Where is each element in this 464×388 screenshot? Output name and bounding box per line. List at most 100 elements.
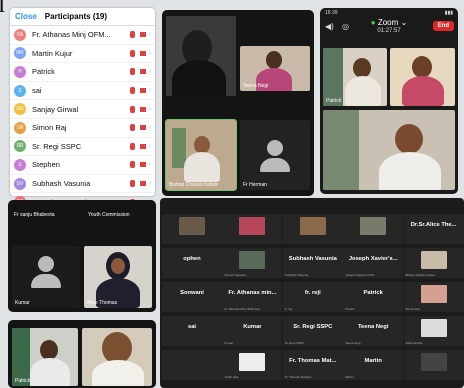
gallery-tile[interactable]: Simon Raj — [403, 282, 464, 312]
gallery-tile[interactable]: Fr. Thomas Mat... Fr. Thomas Mathew — [282, 350, 343, 380]
participant-row[interactable]: SR Sr. Regi SSPC › — [10, 138, 155, 157]
gallery-tile[interactable] — [222, 214, 283, 244]
participant-name: Fr. Athanas Minj OFM... — [32, 30, 111, 40]
video-off-icon — [139, 69, 146, 75]
participant-name: Fr sanju Bhabevta — [14, 212, 55, 218]
gallery-tile[interactable] — [282, 214, 343, 244]
video-tile[interactable] — [323, 110, 455, 190]
gallery-tile[interactable]: Subhash Vasunia Subhash Vasunia — [282, 248, 343, 278]
chevron-right-icon: › — [148, 31, 151, 39]
participant-name: Fr. Thomas Mat... — [289, 358, 337, 364]
avatar: S — [14, 158, 26, 171]
participant-label: Teena Negi — [345, 341, 361, 345]
video-tile[interactable] — [82, 328, 152, 386]
participant-name: Alice Thomas — [87, 300, 118, 306]
gallery-tile[interactable]: Sonwani — [162, 282, 222, 312]
video-tile[interactable]: Fr Herman — [240, 120, 310, 190]
gallery-tile[interactable]: Joseph Xavier's... Joseph Xavier's ICHS — [343, 248, 404, 278]
end-button[interactable]: End — [432, 21, 454, 31]
video-thumbnail — [179, 217, 205, 235]
participant-row[interactable]: S Stephen › — [10, 156, 155, 175]
participant-label: Sr. Regi SSPC — [284, 341, 305, 345]
video-off-icon — [139, 181, 146, 187]
video-tile[interactable]: Patrick — [12, 328, 78, 386]
mic-muted-icon — [129, 105, 135, 113]
participant-name: Sr. Regi SSPC — [293, 324, 333, 330]
participant-label: Youth Hub — [224, 375, 239, 379]
meeting-screen-3: Patrick — [8, 320, 156, 388]
gallery-tile[interactable]: Dr.Sr.Alice The... — [403, 214, 464, 244]
gallery-tile[interactable]: Suresh Sonwani — [222, 248, 283, 278]
video-thumbnail — [299, 217, 326, 235]
participant-name: Patrick — [32, 67, 55, 77]
participant-name: Kumar — [15, 300, 30, 306]
top-glyph: I — [0, 0, 6, 17]
gallery-tile[interactable] — [162, 214, 222, 244]
participant-name: Fr Herman — [243, 182, 267, 188]
participant-name: Patrick — [363, 290, 383, 296]
video-tile[interactable]: Teena Negi — [240, 46, 310, 91]
participant-name: Sonwani — [180, 290, 204, 296]
participant-name: Patrick — [326, 98, 342, 104]
video-tile[interactable] — [166, 16, 236, 96]
participants-header: Close Participants (19) — [10, 8, 155, 26]
close-button[interactable]: Close — [15, 12, 37, 21]
video-thumbnail — [420, 251, 447, 269]
video-off-icon — [139, 125, 146, 131]
participant-label: Simon Raj — [405, 307, 420, 311]
participant-label: Kumar — [224, 341, 234, 345]
meeting-info[interactable]: ● Zoom ⌄ 01:27:57 — [371, 18, 407, 36]
gallery-tile[interactable]: Dharmendra — [403, 316, 464, 346]
gallery-tile[interactable] — [403, 350, 464, 380]
video-tile[interactable] — [390, 48, 455, 106]
camera-switch-icon[interactable]: ◎ — [342, 22, 349, 31]
mic-muted-icon — [129, 161, 135, 169]
participant-name: Sanjay Girwal — [32, 104, 79, 114]
gallery-tile[interactable]: Youth Hub — [222, 350, 283, 380]
gallery-tile[interactable]: Martin Martin — [343, 350, 404, 380]
avatar: MK — [14, 47, 26, 60]
participants-list: FA Fr. Athanas Minj OFM... › MK Martin Kujur… — [10, 26, 155, 212]
phone-zoom-screen: 16:39 ▮▮▮ ◀) ◎ ● Zoom ⌄ 01:27:57 End Pat… — [320, 8, 458, 194]
participant-row[interactable]: Ssai › — [10, 82, 155, 101]
participant-row[interactable]: SV Subhash Vasunia › — [10, 175, 155, 194]
participant-name: Bishop Chacko Indore — [169, 182, 219, 188]
shield-icon: ● — [370, 18, 376, 27]
participant-name: Stephen — [32, 160, 60, 170]
participant-name: ophen — [183, 256, 201, 262]
participant-row[interactable]: SR Simon Raj › — [10, 119, 155, 138]
participant-row[interactable]: FA Fr. Athanas Minj OFM... › — [10, 26, 155, 45]
participant-name: Joseph Xavier's... — [348, 256, 398, 262]
participant-name: Subhash Vasunia — [32, 179, 91, 189]
participant-name: Dr.Sr.Alice The... — [410, 222, 457, 228]
participant-label: Fr. Thomas Mathew — [284, 375, 312, 379]
video-tile[interactable]: Patrick — [323, 48, 387, 106]
gallery-tile[interactable]: Fr. Athanas min... Fr. Athanas Minj OFM C… — [222, 282, 283, 312]
video-tile[interactable]: Bishop Chacko Indore — [165, 119, 237, 191]
gallery-tile[interactable]: Teena Negi Teena Negi — [343, 316, 404, 346]
participant-name: Kumar — [243, 324, 262, 330]
gallery-tile[interactable] — [343, 214, 404, 244]
gallery-tile[interactable]: Kumar Kumar — [222, 316, 283, 346]
gallery-tile[interactable]: Sr. Regi SSPC Sr. Regi SSPC — [282, 316, 343, 346]
participant-label: Patrick — [345, 307, 355, 311]
participant-label: Dharmendra — [405, 341, 423, 345]
video-tile[interactable]: Alice Thomas — [84, 246, 152, 308]
gallery-tile[interactable]: fr. reji fr. reji — [282, 282, 343, 312]
gallery-tile[interactable]: Bishop Chacko Indore — [403, 248, 464, 278]
gallery-tile[interactable]: ophen — [162, 248, 222, 278]
avatar: P — [14, 65, 26, 78]
gallery-tile[interactable]: Patrick Patrick — [343, 282, 404, 312]
participant-row[interactable]: SG Sanjay Girwal › — [10, 100, 155, 119]
video-tile[interactable]: Kumar — [12, 246, 80, 308]
video-thumbnail — [239, 353, 266, 371]
speaker-icon[interactable]: ◀) — [325, 22, 334, 31]
chevron-right-icon: › — [148, 68, 151, 76]
gallery-tile[interactable]: sai — [162, 316, 222, 346]
participant-row[interactable]: P Patrick › — [10, 63, 155, 82]
status-bar: 16:39 ▮▮▮ — [320, 8, 458, 18]
participant-row[interactable]: MK Martin Kujur › — [10, 45, 155, 64]
avatar: SG — [14, 103, 26, 116]
video-off-icon — [139, 32, 146, 38]
gallery-tile[interactable] — [162, 350, 222, 380]
